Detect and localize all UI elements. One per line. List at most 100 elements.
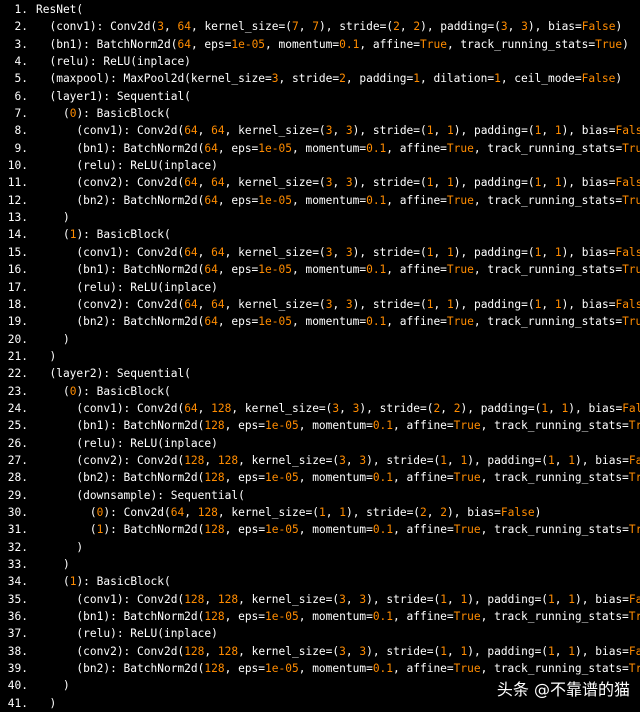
number-literal: 1 <box>426 176 434 190</box>
code-line: 12. (bn2): BatchNorm2d(64, eps=1e-05, mo… <box>0 192 640 209</box>
number-literal: 1 <box>96 523 104 537</box>
number-literal: 0 <box>69 107 77 121</box>
line-number: 40. <box>7 679 28 693</box>
code-text: (conv2): Conv2d(64, 64, kernel_size=(3, … <box>36 298 640 311</box>
number-literal: 3 <box>359 592 367 606</box>
line-number: 20. <box>7 332 28 346</box>
code-line: 9. (bn1): BatchNorm2d(64, eps=1e-05, mom… <box>0 140 640 157</box>
code-line: 24. (conv1): Conv2d(64, 128, kernel_size… <box>0 400 640 417</box>
number-literal: 1 <box>460 644 468 658</box>
number-literal: 0.1 <box>372 471 394 485</box>
code-line: 1. ResNet( <box>0 1 640 18</box>
line-number: 41. <box>7 696 28 710</box>
number-literal: 1 <box>568 592 576 606</box>
code-line: 36. (bn1): BatchNorm2d(128, eps=1e-05, m… <box>0 608 640 625</box>
number-literal: 1 <box>541 401 549 415</box>
line-number: 37. <box>7 627 28 641</box>
code-line: 35. (conv1): Conv2d(128, 128, kernel_siz… <box>0 591 640 608</box>
line-number: 8. <box>14 124 28 138</box>
line-number: 34. <box>7 575 28 589</box>
number-literal: 64 <box>170 505 185 519</box>
number-literal: 3 <box>339 592 346 606</box>
keyword-literal: False <box>628 453 640 467</box>
code-text: ) <box>36 332 70 346</box>
line-number: 24. <box>7 401 28 415</box>
code-text: (layer1): Sequential( <box>36 89 191 103</box>
keyword-literal: True <box>453 662 481 676</box>
number-literal: 1e-05 <box>231 37 266 51</box>
line-number: 17. <box>7 280 28 294</box>
line-number: 16. <box>7 263 28 277</box>
number-literal: 1 <box>339 505 346 519</box>
code-text: (conv2): Conv2d(128, 128, kernel_size=(3… <box>36 454 640 467</box>
code-text: (bn1): BatchNorm2d(128, eps=1e-05, momen… <box>36 419 640 432</box>
number-literal: 64 <box>211 176 225 190</box>
number-literal: 0.1 <box>339 37 360 51</box>
number-literal: 7 <box>312 20 319 34</box>
line-number: 23. <box>7 384 28 398</box>
number-literal: 64 <box>211 124 225 138</box>
code-text: (bn1): BatchNorm2d(64, eps=1e-05, moment… <box>36 142 640 155</box>
code-line: 27. (conv2): Conv2d(128, 128, kernel_siz… <box>0 452 640 469</box>
code-text: (maxpool): MaxPool2d(kernel_size=3, stri… <box>36 72 623 86</box>
code-text: (bn2): BatchNorm2d(64, eps=1e-05, moment… <box>36 194 640 207</box>
line-number: 12. <box>7 193 28 207</box>
number-literal: 3 <box>345 297 353 311</box>
number-literal: 1e-05 <box>258 141 292 155</box>
number-literal: 0.1 <box>372 662 394 676</box>
number-literal: 128 <box>211 401 232 415</box>
keyword-literal: False <box>628 644 640 658</box>
keyword-literal: True <box>622 193 640 207</box>
code-block: 1. ResNet(2. (conv1): Conv2d(3, 64, kerne… <box>0 1 640 712</box>
number-literal: 1 <box>318 505 326 519</box>
line-number: 28. <box>7 471 28 485</box>
code-line: 10. (relu): ReLU(inplace) <box>0 157 640 174</box>
number-literal: 3 <box>359 644 367 658</box>
code-line: 19. (bn2): BatchNorm2d(64, eps=1e-05, mo… <box>0 313 640 330</box>
code-text: (conv1): Conv2d(64, 64, kernel_size=(3, … <box>36 124 640 137</box>
keyword-literal: False <box>581 72 616 86</box>
number-literal: 128 <box>184 592 205 606</box>
code-line: 25. (bn1): BatchNorm2d(128, eps=1e-05, m… <box>0 417 640 434</box>
code-text: ) <box>36 679 70 693</box>
number-literal: 1 <box>568 453 576 467</box>
code-text: ResNet( <box>36 3 84 16</box>
line-number: 10. <box>7 159 28 173</box>
number-literal: 128 <box>204 662 225 676</box>
code-text: (relu): ReLU(inplace) <box>36 159 218 173</box>
number-literal: 1 <box>494 72 501 86</box>
number-literal: 2 <box>420 505 427 519</box>
number-literal: 3 <box>339 644 346 658</box>
number-literal: 3 <box>271 72 279 86</box>
number-literal: 1e-05 <box>258 263 292 277</box>
number-literal: 128 <box>204 419 225 433</box>
line-number: 15. <box>7 245 28 259</box>
number-literal: 1 <box>447 124 454 138</box>
code-text: ) <box>36 558 70 571</box>
number-literal: 3 <box>352 401 360 415</box>
line-number: 4. <box>14 55 28 69</box>
keyword-literal: True <box>628 662 640 676</box>
line-number: 19. <box>7 315 28 329</box>
line-number: 6. <box>14 89 28 103</box>
number-literal: 1 <box>440 644 447 658</box>
number-literal: 3 <box>339 453 346 467</box>
code-line: 37. (relu): ReLU(inplace) <box>0 625 640 642</box>
code-text: (bn2): BatchNorm2d(128, eps=1e-05, momen… <box>36 471 640 484</box>
number-literal: 0.1 <box>366 193 387 207</box>
keyword-literal: False <box>615 245 640 259</box>
number-literal: 2 <box>433 401 441 415</box>
code-line: 11. (conv2): Conv2d(64, 64, kernel_size=… <box>0 174 640 191</box>
code-line: 17. (relu): ReLU(inplace) <box>0 279 640 296</box>
keyword-literal: True <box>628 419 640 433</box>
number-literal: 64 <box>211 245 225 259</box>
keyword-literal: False <box>615 297 640 311</box>
number-literal: 128 <box>184 644 205 658</box>
line-number: 7. <box>14 107 28 121</box>
code-text: (bn1): BatchNorm2d(128, eps=1e-05, momen… <box>36 610 640 623</box>
code-text: (0): BasicBlock( <box>36 107 171 121</box>
number-literal: 64 <box>177 20 191 34</box>
line-number: 33. <box>7 558 28 571</box>
number-literal: 3 <box>325 124 333 138</box>
number-literal: 1 <box>426 297 434 311</box>
